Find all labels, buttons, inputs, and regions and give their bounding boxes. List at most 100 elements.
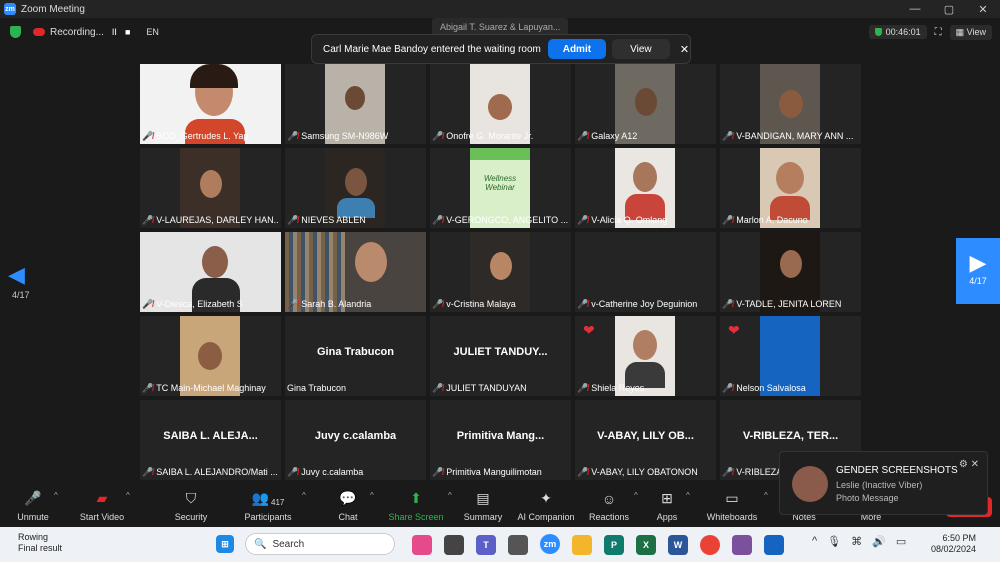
chevron-up-icon[interactable]: ^ bbox=[448, 491, 452, 500]
chevron-up-icon[interactable]: ^ bbox=[686, 491, 690, 500]
network-icon[interactable]: ⌘ bbox=[851, 535, 862, 548]
stop-recording-button[interactable]: ■ bbox=[125, 27, 130, 37]
participant-tile[interactable]: 🎤̸ Onofre G. Morante Jr. bbox=[430, 64, 571, 144]
recording-icon bbox=[33, 28, 45, 36]
participant-tile[interactable]: 🎤̸ Galaxy A12 bbox=[575, 64, 716, 144]
admit-button[interactable]: Admit bbox=[547, 39, 606, 59]
meeting-timer: 00:46:01 bbox=[868, 25, 927, 39]
word-icon[interactable]: W bbox=[668, 535, 688, 555]
participant-name: 🎤̸ V-Diesca, Elizabeth S bbox=[142, 298, 243, 310]
chrome-icon[interactable] bbox=[700, 535, 720, 555]
participant-tile[interactable]: 🎤̸ V-Alicia Q. Omlang bbox=[575, 148, 716, 228]
reactions-button[interactable]: ☺ Reactions ^ bbox=[586, 485, 638, 527]
participant-tile[interactable]: 🎤̸ v-Cristina Malaya bbox=[430, 232, 571, 312]
viber-icon[interactable] bbox=[732, 535, 752, 555]
participant-tile[interactable]: 🎤̸ Marlon A. Dacuno bbox=[720, 148, 861, 228]
participant-tile[interactable]: 🎤̸ V-LAUREJAS, DARLEY HAN... bbox=[140, 148, 281, 228]
participant-tile[interactable]: 🎤̸ Sarah B. Alandria bbox=[285, 232, 426, 312]
participant-tile[interactable]: Juvy c.calamba 🎤̸ Juvy c.calamba bbox=[285, 400, 426, 480]
muted-mic-icon: 🎤̸ bbox=[142, 130, 154, 141]
view-button[interactable]: ▦ View bbox=[949, 24, 992, 40]
participant-tile[interactable]: ❤ 🎤̸ Shiela Reyes bbox=[575, 316, 716, 396]
fullscreen-icon[interactable]: ⛶ bbox=[935, 27, 942, 38]
microphone-icon[interactable]: 🎙 bbox=[827, 535, 841, 548]
ai-companion-button[interactable]: ✦ AI Companion bbox=[515, 485, 577, 527]
chevron-up-icon[interactable]: ^ bbox=[812, 535, 817, 548]
encryption-shield-icon[interactable] bbox=[10, 26, 21, 38]
copilot-icon[interactable] bbox=[412, 535, 432, 555]
participant-tile[interactable]: SAIBA L. ALEJA... 🎤̸ SAIBA L. ALEJANDRO/M… bbox=[140, 400, 281, 480]
participant-tile[interactable]: 🎤̸ V-BANDIGAN, MARY ANN ... bbox=[720, 64, 861, 144]
summary-button[interactable]: ▤ Summary bbox=[460, 485, 506, 527]
language-button[interactable]: EN bbox=[146, 27, 159, 37]
volume-icon[interactable]: 🔊 bbox=[872, 535, 886, 548]
chevron-up-icon[interactable]: ^ bbox=[370, 491, 374, 500]
close-icon[interactable]: ✕ bbox=[971, 459, 979, 470]
smiley-icon: ☺ bbox=[601, 491, 617, 507]
participant-tile[interactable]: V-ABAY, LILY OB... 🎤̸ V-ABAY, LILY OBATON… bbox=[575, 400, 716, 480]
avatar bbox=[792, 466, 828, 502]
toast-sender: Leslie (Inactive Viber) bbox=[836, 480, 923, 490]
participant-tile[interactable]: Primitiva Mang... 🎤̸ Primitiva Manguilimo… bbox=[430, 400, 571, 480]
start-video-button[interactable]: ▰ Start Video ^ bbox=[76, 485, 130, 527]
calculator-icon[interactable] bbox=[508, 535, 528, 555]
excel-icon[interactable]: X bbox=[636, 535, 656, 555]
participant-tile[interactable]: 🎤̸ v-Catherine Joy Deguinion bbox=[575, 232, 716, 312]
participant-tile[interactable]: JULIET TANDUY... 🎤̸ JULIET TANDUYAN bbox=[430, 316, 571, 396]
participants-button[interactable]: 👥 417 Participants ^ bbox=[240, 485, 305, 527]
previous-page-icon[interactable]: ◀ bbox=[8, 262, 25, 288]
chevron-up-icon[interactable]: ^ bbox=[126, 491, 130, 500]
participant-tile[interactable]: 🎤̸ BOD_Gertrudes L. Yap bbox=[140, 64, 281, 144]
viber-notification-toast[interactable]: GENDER SCREENSHOTS Leslie (Inactive Vibe… bbox=[779, 451, 988, 515]
chat-button[interactable]: 💬 Chat ^ bbox=[330, 485, 373, 527]
battery-icon[interactable]: ▭ bbox=[896, 535, 906, 548]
weather-subtitle: Final result bbox=[18, 543, 63, 553]
maximize-button[interactable]: ▢ bbox=[932, 3, 966, 16]
chevron-up-icon[interactable]: ^ bbox=[302, 491, 306, 500]
next-page-button[interactable]: ▶ 4/17 bbox=[956, 238, 1000, 304]
weather-widget[interactable]: Rowing Final result bbox=[18, 532, 62, 554]
apps-button[interactable]: ⊞ Apps ^ bbox=[650, 485, 690, 527]
teams-icon[interactable]: T bbox=[476, 535, 496, 555]
security-button[interactable]: ⛉ Security bbox=[168, 485, 214, 527]
chevron-up-icon[interactable]: ^ bbox=[54, 491, 58, 500]
taskbar-search[interactable]: 🔍 Search bbox=[245, 533, 395, 555]
participant-name: 🎤̸ V-LAUREJAS, DARLEY HAN... bbox=[142, 214, 279, 226]
minimize-button[interactable]: — bbox=[898, 3, 932, 16]
summary-icon: ▤ bbox=[476, 490, 490, 506]
participant-tile[interactable]: 🎤̸ V-Diesca, Elizabeth S bbox=[140, 232, 281, 312]
chevron-up-icon[interactable]: ^ bbox=[764, 491, 768, 500]
participant-tile[interactable]: 🎤̸ V-TADLE, JENITA LOREN bbox=[720, 232, 861, 312]
taskbar-clock[interactable]: 6:50 PM 08/02/2024 bbox=[920, 533, 976, 555]
recording-indicator[interactable]: Recording... bbox=[33, 27, 104, 38]
task-view-icon[interactable] bbox=[444, 535, 464, 555]
file-explorer-icon[interactable] bbox=[572, 535, 592, 555]
close-icon[interactable]: ✕ bbox=[680, 43, 689, 56]
publisher-icon[interactable]: P bbox=[604, 535, 624, 555]
participant-tile[interactable]: 🎤̸ Samsung SM-N986W bbox=[285, 64, 426, 144]
pause-recording-button[interactable]: II bbox=[112, 27, 117, 37]
chevron-up-icon[interactable]: ^ bbox=[634, 491, 638, 500]
participants-icon: 👥 417 bbox=[251, 490, 285, 507]
participant-name: 🎤̸ V-BANDIGAN, MARY ANN ... bbox=[722, 130, 854, 142]
whiteboards-button[interactable]: ▭ Whiteboards ^ bbox=[704, 485, 768, 527]
unmute-button[interactable]: 🎤 Unmute ^ bbox=[10, 485, 58, 527]
muted-mic-icon: 🎤̸ bbox=[142, 382, 154, 393]
waiting-room-notification: Carl Marie Mae Bandoy entered the waitin… bbox=[311, 34, 691, 64]
share-screen-button[interactable]: ⬆ Share Screen ^ bbox=[388, 485, 451, 527]
participant-tile[interactable]: ❤ 🎤̸ Nelson Salvalosa bbox=[720, 316, 861, 396]
zoom-app-icon[interactable]: zm bbox=[540, 534, 560, 554]
outlook-icon[interactable] bbox=[764, 535, 784, 555]
participant-tile[interactable]: Wellness Webinar 🎤̸ V-GERONGCO, ANGELITO … bbox=[430, 148, 571, 228]
muted-mic-icon: 🎤̸ bbox=[577, 130, 589, 141]
close-window-button[interactable]: ✕ bbox=[966, 3, 1000, 16]
page-indicator-left: 4/17 bbox=[12, 290, 30, 300]
share-screen-icon: ⬆ bbox=[410, 490, 422, 506]
waiting-view-button[interactable]: View bbox=[611, 39, 670, 59]
participant-tile[interactable]: 🎤̸ NIEVES ABLEN bbox=[285, 148, 426, 228]
video-off-icon: ▰ bbox=[96, 490, 108, 506]
gear-icon[interactable]: ⚙ bbox=[959, 459, 968, 470]
participant-tile[interactable]: 🎤̸ TC Main-Michael Maghinay bbox=[140, 316, 281, 396]
windows-start-icon[interactable]: ⊞ bbox=[216, 535, 234, 553]
participant-tile[interactable]: Gina Trabucon Gina Trabucon bbox=[285, 316, 426, 396]
